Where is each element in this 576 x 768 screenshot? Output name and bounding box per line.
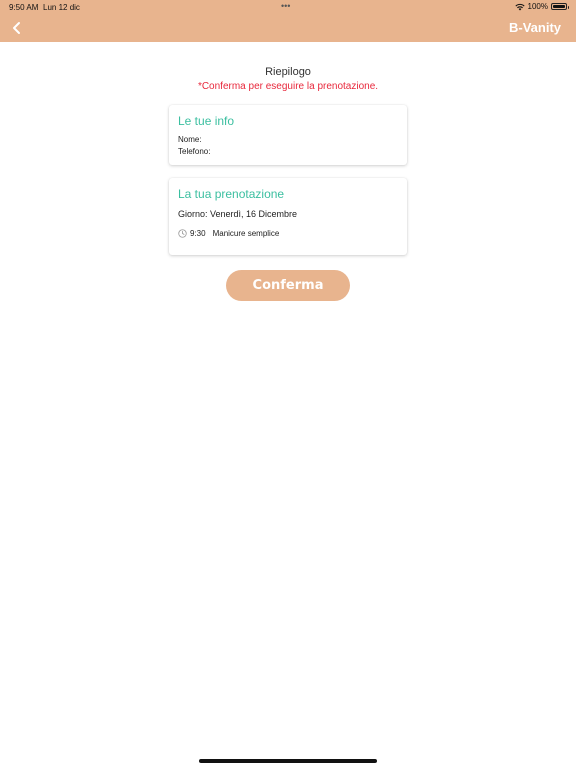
multitasking-dots-icon[interactable]: ••• — [281, 1, 290, 11]
chevron-left-icon — [13, 22, 20, 34]
phone-label: Telefono: — [178, 147, 211, 156]
clock-icon — [178, 229, 187, 238]
battery-percent: 100% — [527, 2, 548, 11]
status-indicators: 100% — [514, 2, 569, 11]
info-card: Le tue info Nome: Telefono: — [169, 105, 407, 165]
confirm-button[interactable]: Conferma — [226, 270, 350, 301]
confirm-hint: *Conferma per eseguire la prenotazione. — [197, 81, 379, 92]
booking-card: La tua prenotazione Giorno: Venerdì, 16 … — [169, 178, 407, 255]
booking-service: Manicure semplice — [212, 229, 280, 238]
booking-day: Giorno: Venerdì, 16 Dicembre — [178, 209, 298, 219]
battery-icon — [551, 3, 569, 10]
brand-title: B-Vanity — [508, 20, 561, 35]
name-label: Nome: — [178, 135, 202, 144]
info-card-heading: Le tue info — [178, 114, 235, 128]
navigation-bar: B-Vanity — [0, 14, 576, 42]
status-time: 9:50 AM — [9, 3, 39, 12]
booking-card-heading: La tua prenotazione — [178, 187, 285, 201]
wifi-icon — [514, 3, 525, 11]
booking-slot: 9:30 Manicure semplice — [178, 229, 279, 238]
status-date: Lun 12 dic — [43, 3, 80, 12]
booking-time: 9:30 — [190, 229, 206, 238]
status-bar: 9:50 AM Lun 12 dic ••• 100% — [0, 0, 576, 14]
home-indicator[interactable] — [199, 759, 377, 763]
page-title: Riepilogo — [265, 66, 311, 78]
back-button[interactable] — [8, 19, 26, 37]
